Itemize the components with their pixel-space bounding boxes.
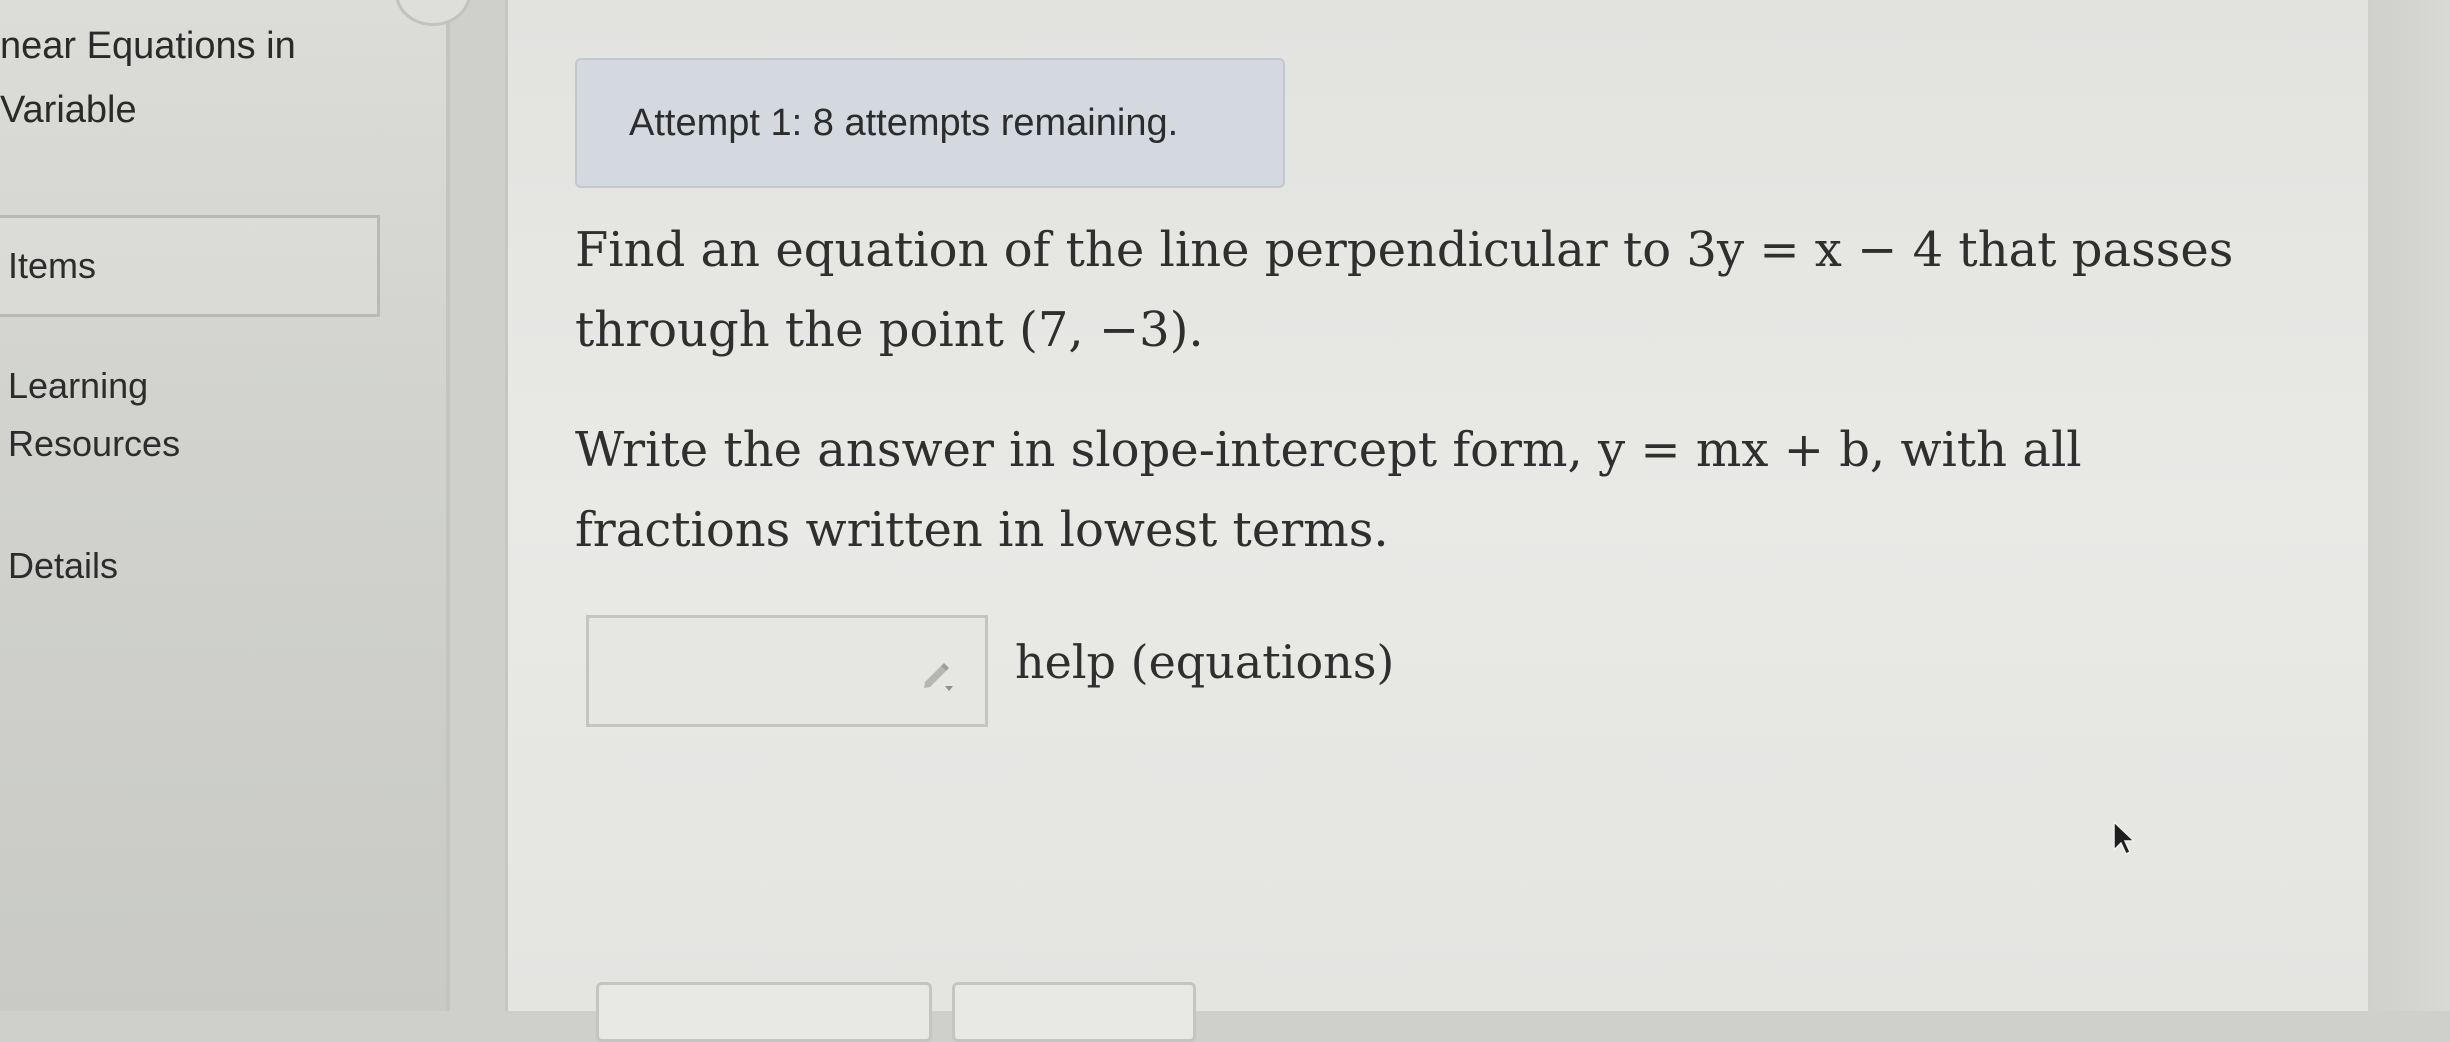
sidebar-item-items[interactable]: Items xyxy=(8,237,96,295)
sidebar-divider xyxy=(446,0,450,1011)
secondary-button[interactable] xyxy=(952,982,1196,1042)
pencil-icon[interactable] xyxy=(919,656,955,692)
attempt-text: Attempt 1: 8 attempts remaining. xyxy=(629,101,1179,144)
mouse-cursor-icon xyxy=(2113,820,2136,856)
assignment-title: near Equations in Variable xyxy=(0,25,296,131)
question-instructions: Write the answer in slope-intercept form… xyxy=(575,422,2082,558)
left-sidebar: near Equations in Variable Items Learnin… xyxy=(0,0,450,1011)
question-prompt: Find an equation of the line perpendicul… xyxy=(575,222,2234,358)
answer-input[interactable] xyxy=(586,615,988,727)
submit-button[interactable] xyxy=(596,982,932,1042)
attempt-banner: Attempt 1: 8 attempts remaining. xyxy=(575,58,1285,188)
right-margin xyxy=(2368,0,2450,1011)
help-equations-link[interactable]: help (equations) xyxy=(1015,635,1394,689)
sidebar-item-details[interactable]: Details xyxy=(8,537,118,595)
sidebar-item-learning-resources[interactable]: Learning Resources xyxy=(8,357,180,473)
